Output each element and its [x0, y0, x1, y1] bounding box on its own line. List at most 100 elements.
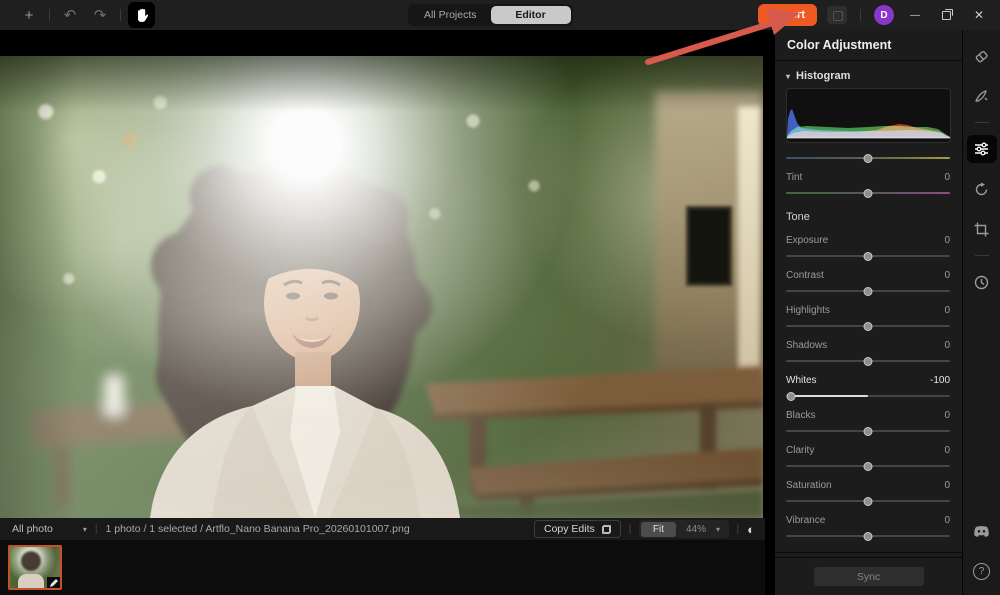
whites-slider-fill: [793, 395, 868, 397]
before-after-icon[interactable]: ◐: [747, 522, 755, 537]
hand-tool-icon[interactable]: [128, 2, 155, 28]
clarity-label: Clarity: [786, 445, 814, 456]
zoom-control: Fit 44% ▾: [639, 520, 728, 538]
saturation-label: Saturation: [786, 480, 832, 491]
slider-row-blacks: Blacks 0: [786, 408, 950, 437]
highlights-value: 0: [944, 305, 950, 316]
whites-slider[interactable]: [786, 389, 950, 402]
vibrance-slider[interactable]: [786, 529, 950, 542]
blacks-slider-handle[interactable]: [864, 427, 873, 436]
ai-brush-icon[interactable]: [967, 82, 997, 110]
slider-row-exposure: Exposure 0: [786, 233, 950, 262]
photo-filter-dropdown[interactable]: All photo ▾: [12, 523, 87, 535]
clarity-value: 0: [944, 445, 950, 456]
restore-icon: [942, 9, 952, 19]
close-button[interactable]: ✕: [968, 8, 990, 22]
tab-editor[interactable]: Editor: [491, 6, 571, 24]
tint-label: Tint: [786, 172, 802, 183]
slider-row-highlights: Highlights 0: [786, 303, 950, 332]
exposure-label: Exposure: [786, 235, 828, 246]
clarity-slider[interactable]: [786, 459, 950, 472]
vibrance-slider-handle[interactable]: [864, 532, 873, 541]
slider-row-vibrance: Vibrance 0: [786, 513, 950, 542]
view-switcher: All Projects Editor: [408, 4, 573, 26]
tint-slider[interactable]: [786, 186, 950, 199]
thumbnail-subject: [21, 551, 41, 571]
photo-canvas[interactable]: [0, 56, 763, 520]
redo-icon[interactable]: ↷: [87, 3, 113, 27]
history-icon[interactable]: [967, 268, 997, 296]
toolbar-divider: [120, 9, 121, 21]
refresh-icon[interactable]: [967, 175, 997, 203]
user-avatar[interactable]: D: [874, 5, 894, 25]
contrast-slider[interactable]: [786, 284, 950, 297]
shadows-slider-handle[interactable]: [864, 357, 873, 366]
toolbar-divider: [49, 9, 50, 21]
slider-row-whites: Whites -100: [786, 373, 950, 402]
minimize-button[interactable]: —: [904, 10, 926, 21]
bottom-status-bar: All photo ▾ | 1 photo / 1 selected / Art…: [0, 518, 765, 540]
highlights-slider[interactable]: [786, 319, 950, 332]
slider-row-clarity: Clarity 0: [786, 443, 950, 472]
temp-slider-handle[interactable]: [864, 154, 873, 163]
discord-icon[interactable]: [967, 517, 997, 545]
tint-slider-handle[interactable]: [864, 189, 873, 198]
photo-thumbnail-selected[interactable]: [8, 545, 62, 590]
panel-divider: [775, 552, 962, 553]
copy-icon: [602, 525, 611, 534]
zoom-level-value[interactable]: 44%: [676, 522, 716, 537]
sync-button[interactable]: Sync: [814, 567, 924, 586]
adjustments-icon[interactable]: [967, 135, 997, 163]
shadows-value: 0: [944, 340, 950, 351]
tool-rail-divider: [975, 122, 989, 123]
clarity-slider-handle[interactable]: [864, 462, 873, 471]
whites-label: Whites: [786, 375, 817, 386]
toolbar-divider: [860, 9, 861, 21]
saturation-slider[interactable]: [786, 494, 950, 507]
edited-badge-icon: [47, 577, 60, 588]
selection-status-text: 1 photo / 1 selected / Artflo_Nano Banan…: [106, 523, 410, 535]
whites-slider-handle[interactable]: [787, 392, 796, 401]
copy-edits-button[interactable]: Copy Edits: [534, 520, 621, 538]
statusbar-divider: |: [737, 524, 740, 535]
right-tool-rail: ?: [962, 30, 1000, 595]
app-window: + ↶ ↷ All Projects Editor Export D — ✕: [0, 0, 1000, 595]
thumbnail-subject-jacket: [18, 574, 44, 588]
editor-canvas[interactable]: [0, 30, 765, 520]
tone-section-header: Tone: [786, 211, 950, 227]
slider-row-shadows: Shadows 0: [786, 338, 950, 367]
contrast-slider-handle[interactable]: [864, 287, 873, 296]
blacks-slider[interactable]: [786, 424, 950, 437]
tab-all-projects[interactable]: All Projects: [410, 6, 491, 24]
tool-rail-divider: [975, 255, 989, 256]
vibrance-label: Vibrance: [786, 515, 825, 526]
highlights-slider-handle[interactable]: [864, 322, 873, 331]
help-glyph: ?: [979, 566, 985, 577]
histogram-label: Histogram: [796, 70, 850, 82]
contrast-value: 0: [944, 270, 950, 281]
maximize-button[interactable]: [936, 8, 958, 22]
exposure-slider[interactable]: [786, 249, 950, 262]
zoom-fit-button[interactable]: Fit: [641, 522, 676, 537]
exposure-slider-handle[interactable]: [864, 252, 873, 261]
tint-value: 0: [944, 172, 950, 183]
highlights-label: Highlights: [786, 305, 830, 316]
slider-row-tint: Tint 0: [786, 170, 950, 199]
chevron-down-icon: ▾: [83, 525, 87, 534]
slider-row-contrast: Contrast 0: [786, 268, 950, 297]
slider-row-saturation: Saturation 0: [786, 478, 950, 507]
help-icon[interactable]: ?: [967, 557, 997, 585]
panel-title: Color Adjustment: [775, 30, 962, 61]
notifications-icon[interactable]: [827, 6, 847, 24]
export-button[interactable]: Export: [758, 4, 817, 26]
crop-icon[interactable]: [967, 215, 997, 243]
shadows-label: Shadows: [786, 340, 827, 351]
saturation-slider-handle[interactable]: [864, 497, 873, 506]
histogram-section-header[interactable]: ▾ Histogram: [786, 70, 950, 82]
chevron-down-icon[interactable]: ▾: [716, 525, 727, 534]
temp-slider[interactable]: [786, 151, 950, 164]
undo-icon[interactable]: ↶: [57, 3, 83, 27]
shadows-slider[interactable]: [786, 354, 950, 367]
eraser-icon[interactable]: [967, 42, 997, 70]
add-button[interactable]: +: [16, 3, 42, 27]
